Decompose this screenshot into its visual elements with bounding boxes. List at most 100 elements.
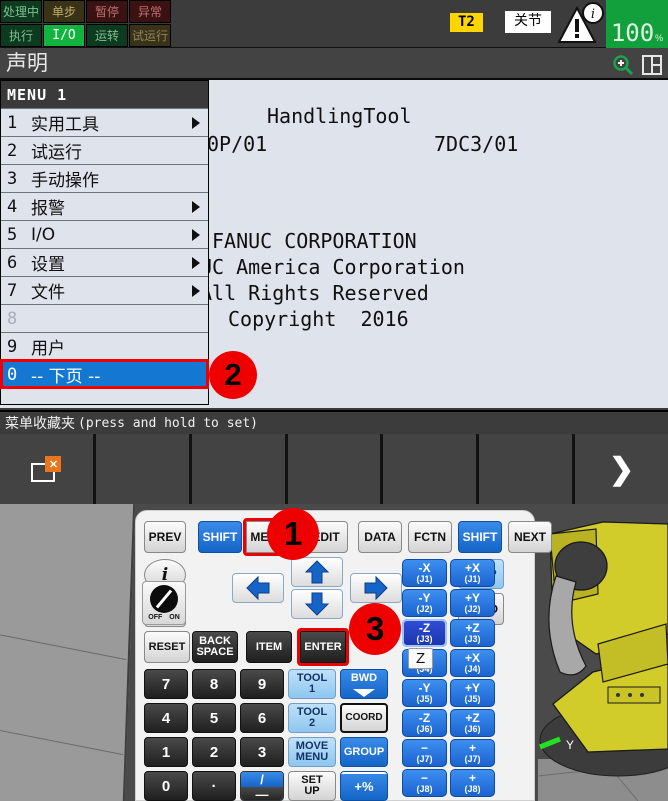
jog-joint-label: (J6) [464,724,481,734]
menu-item-3[interactable]: 3 手动操作 [1,164,208,192]
menu-item-number: 6 [7,252,18,273]
menu-item-number: 1 [7,112,18,133]
data-key[interactable]: DATA [358,521,402,553]
reset-key[interactable]: RESET [144,631,190,663]
item-key[interactable]: ITEM [246,631,292,663]
zoom-in-icon[interactable] [612,54,634,81]
jog-minus-y-j2[interactable]: -Y (J2) [402,589,447,617]
prev-key[interactable]: PREV [144,521,186,553]
key-label: SPACE [196,646,234,658]
jog-plus-z-j6[interactable]: +Z (J6) [450,709,495,737]
arrow-up-key[interactable] [291,557,343,587]
status-bar: 处理中 单步 暂停 异常 执行 I/O 运转 试运行 T2 关节 i 100 % [0,0,668,48]
key-label: RESET [148,640,186,653]
key-label: BWD [350,672,378,684]
jog-axis-label: +Z [465,711,480,725]
jog-plus-j8[interactable]: + (J8) [450,769,495,797]
group-key[interactable]: GROUP [340,737,388,767]
override-up-key[interactable]: +% [340,771,388,801]
jog-axis-label: +Y [464,591,480,605]
jog-minus-z-j3[interactable]: -Z (J3) [402,619,447,647]
menu-item-0[interactable]: 0 -- 下页 -- [0,359,209,389]
shift-right-key[interactable]: SHIFT [458,521,502,553]
arrow-right-key[interactable] [350,573,402,603]
num-8-key[interactable]: 8 [192,669,236,699]
menu-item-8[interactable]: 8 [1,304,208,332]
num-0-key[interactable]: 0 [144,771,188,801]
menu-header: MENU 1 [1,81,208,108]
menu-item-7[interactable]: 7 文件 [1,276,208,304]
menu-item-number: 0 [7,364,18,385]
jog-joint-label: (J5) [416,694,433,704]
favorite-slot-3[interactable] [191,434,285,504]
key-label: FCTN [414,530,446,544]
menu-item-9[interactable]: 9 用户 [1,332,208,360]
arrow-left-key[interactable] [232,573,284,603]
tool2-key[interactable]: TOOL 2 [288,703,336,733]
move-menu-key[interactable]: MOVE MENU [288,737,336,767]
setup-key[interactable]: SET UP [288,771,336,801]
period-key[interactable]: · [192,771,236,801]
menu-item-1[interactable]: 1 实用工具 [1,108,208,136]
num-3-key[interactable]: 3 [240,737,284,767]
chevron-right-icon [192,256,200,269]
jog-plus-j7[interactable]: + (J7) [450,739,495,767]
num-9-key[interactable]: 9 [240,669,284,699]
favorite-slot-5[interactable] [383,434,477,504]
num-1-key[interactable]: 1 [144,737,188,767]
jog-plus-y-j2[interactable]: +Y (J2) [450,589,495,617]
favorite-slot-1[interactable]: ✕ [0,434,93,504]
favorite-slot-2[interactable] [95,434,189,504]
key-label: 2 [209,743,219,761]
favorite-slot-4[interactable] [287,434,381,504]
bwd-key[interactable]: BWD [340,669,388,699]
tool1-key[interactable]: TOOL 1 [288,669,336,699]
jog-minus-j8[interactable]: − (J8) [402,769,447,797]
slash-minus-key[interactable]: / — [240,771,284,801]
chevron-right-icon [192,200,200,213]
menu-item-2[interactable]: 2 试运行 [1,136,208,164]
menu-item-label: 手动操作 [31,171,99,191]
jog-plus-x-j4[interactable]: +X (J4) [450,649,495,677]
num-2-key[interactable]: 2 [192,737,236,767]
status-indicator-0: 处理中 [0,0,42,23]
coord-system-badge[interactable]: 关节 [505,11,551,33]
num-6-key[interactable]: 6 [240,703,284,733]
jog-axis-label: -Z [418,711,431,725]
jog-plus-z-j3[interactable]: +Z (J3) [450,619,495,647]
split-layout-icon[interactable] [642,55,662,80]
shift-left-key[interactable]: SHIFT [198,521,242,553]
jog-minus-y-j5[interactable]: -Y (J5) [402,679,447,707]
chevron-right-icon [192,284,200,297]
enter-key[interactable]: ENTER [297,628,349,666]
jog-axis-label: − [420,771,428,785]
on-off-knob[interactable]: OFF ON [142,581,186,625]
jog-plus-x-j1[interactable]: +X (J1) [450,559,495,587]
menu-item-5[interactable]: 5 I/O [1,220,208,248]
about-line-0: HandlingTool [267,104,412,128]
chevron-right-icon [192,228,200,241]
backspace-key[interactable]: BACK SPACE [192,631,238,663]
menu-item-label: 实用工具 [31,115,99,135]
next-page-button[interactable]: ❯ [575,434,668,504]
jog-minus-j7[interactable]: − (J7) [402,739,447,767]
arrow-down-key[interactable] [291,589,343,619]
menu-item-4[interactable]: 4 报警 [1,192,208,220]
jog-plus-y-j5[interactable]: +Y (J5) [450,679,495,707]
key-label: 1 [161,743,171,761]
next-key[interactable]: NEXT [508,521,552,553]
menu-popup: MENU 1 1 实用工具 2 试运行 3 手动操作 4 报警 5 I/O 6 设置 7 文件 8 9 用户 0-… [0,80,209,405]
fctn-key[interactable]: FCTN [408,521,452,553]
warning-triangle-icon[interactable]: i [557,2,605,46]
jog-joint-label: (J6) [416,724,433,734]
jog-minus-x-j1[interactable]: -X (J1) [402,559,447,587]
status-indicator-4: 执行 [0,24,42,47]
num-4-key[interactable]: 4 [144,703,188,733]
num-5-key[interactable]: 5 [192,703,236,733]
jog-minus-z-j6[interactable]: -Z (J6) [402,709,447,737]
menu-item-number: 4 [7,196,18,217]
favorite-slot-6[interactable] [479,434,573,504]
num-7-key[interactable]: 7 [144,669,188,699]
menu-item-6[interactable]: 6 设置 [1,248,208,276]
coord-key[interactable]: COORD [340,703,388,733]
